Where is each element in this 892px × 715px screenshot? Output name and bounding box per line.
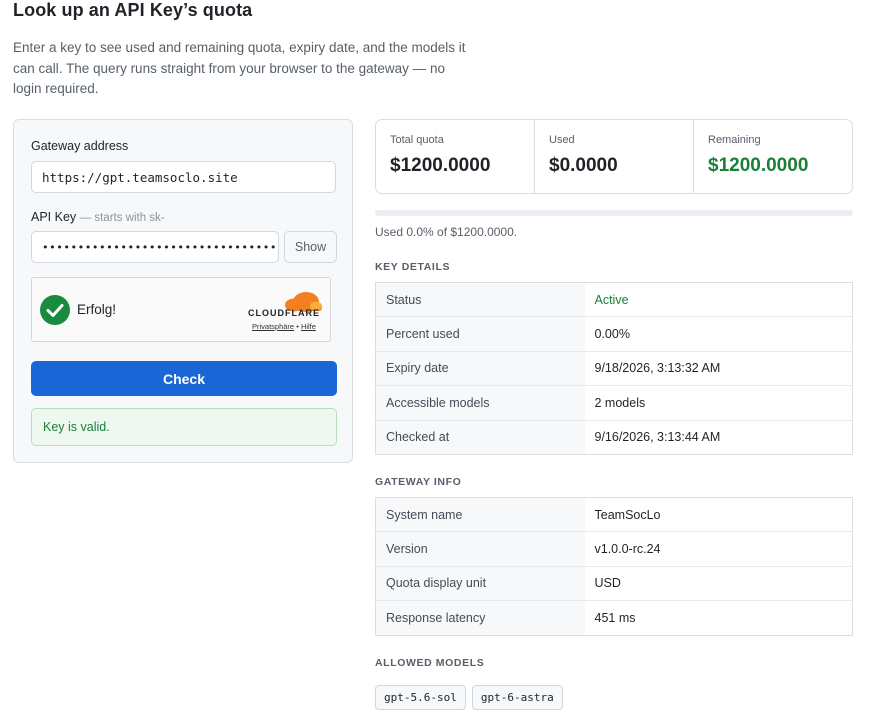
detail-value: 9/18/2026, 3:13:32 AM: [584, 350, 853, 386]
api-key-label: API Key — starts with sk-: [31, 210, 165, 224]
info-value: TeamSocLo: [594, 507, 661, 522]
key-details-title: KEY DETAILS: [375, 261, 451, 273]
gateway-address-input[interactable]: https://gpt.teamsoclo.site: [31, 161, 336, 193]
allowed-models-list: gpt-5.6-sol gpt-6-astra: [375, 685, 563, 710]
used-quota-value: $0.0000: [549, 155, 618, 176]
key-valid-message: Key is valid.: [31, 408, 337, 446]
check-button[interactable]: Check: [31, 361, 337, 396]
key-details-table: Status Active Percent used 0.00% Expiry da…: [375, 282, 853, 455]
gateway-info-table: System name TeamSocLo Version v1.0.0-rc.24…: [375, 497, 853, 636]
info-value: 451 ms: [584, 600, 853, 636]
allowed-models-title: ALLOWED MODELS: [375, 657, 485, 669]
info-key: Quota display unit: [375, 565, 585, 601]
info-key: Version: [375, 531, 585, 567]
show-key-button[interactable]: Show: [284, 231, 337, 263]
used-quota-stat: Used $0.0000: [535, 120, 694, 193]
cloudflare-wordmark: CLOUDFLARE: [248, 308, 320, 318]
quota-stats: Total quota $1200.0000 Used $0.0000 Rema…: [375, 119, 853, 194]
check-circle-icon: [40, 295, 70, 325]
intro-text: Enter a key to see used and remaining qu…: [13, 40, 466, 96]
link-separator: •: [296, 322, 299, 331]
captcha-status: Erfolg!: [77, 302, 117, 317]
usage-summary: Used 0.0% of $1200.0000.: [375, 225, 518, 239]
captcha-links: Privatsphäre • Hilfe: [252, 322, 316, 331]
table-row: System name TeamSocLo: [375, 497, 853, 532]
table-row: Checked at 9/16/2026, 3:13:44 AM: [375, 419, 853, 455]
privacy-link[interactable]: Privatsphäre: [252, 322, 294, 331]
detail-value: 9/16/2026, 3:13:44 AM: [584, 419, 853, 455]
model-chip: gpt-5.6-sol: [375, 685, 466, 710]
table-row: Quota display unit USD: [375, 565, 853, 601]
info-value: USD: [584, 565, 853, 601]
total-quota-stat: Total quota $1200.0000: [376, 120, 535, 193]
table-row: Expiry date 9/18/2026, 3:13:32 AM: [375, 350, 853, 386]
help-link[interactable]: Hilfe: [301, 322, 316, 331]
info-value: v1.0.0-rc.24: [584, 531, 853, 567]
api-key-input[interactable]: ••••••••••••••••••••••••••••••••••••: [31, 231, 279, 263]
gateway-info-title: GATEWAY INFO: [375, 476, 462, 488]
info-key: System name: [375, 497, 585, 532]
detail-value: 2 models: [584, 385, 853, 421]
table-row: Version v1.0.0-rc.24: [375, 531, 853, 567]
total-quota-label: Total quota: [390, 134, 444, 146]
detail-key: Percent used: [375, 316, 585, 352]
table-row: Percent used 0.00%: [375, 316, 853, 352]
remaining-quota-label: Remaining: [708, 134, 761, 146]
page-title: Look up an API Key’s quota: [13, 0, 253, 20]
detail-key: Accessible models: [375, 385, 585, 421]
info-key: Response latency: [375, 600, 585, 636]
table-row: Status Active: [375, 282, 853, 317]
table-row: Response latency 451 ms: [375, 600, 853, 636]
detail-key: Checked at: [375, 419, 585, 455]
total-quota-value: $1200.0000: [390, 155, 491, 176]
remaining-quota-stat: Remaining $1200.0000: [694, 120, 852, 193]
usage-progress-bar: [375, 210, 853, 216]
used-quota-label: Used: [549, 134, 575, 146]
lookup-form-card: Gateway address https://gpt.teamsoclo.si…: [13, 119, 353, 463]
captcha-widget[interactable]: Erfolg! CLOUDFLARE Privatsphäre • Hilfe: [31, 277, 331, 342]
api-key-label-text: API Key: [31, 210, 77, 224]
table-row: Accessible models 2 models: [375, 385, 853, 421]
model-chip: gpt-6-astra: [471, 685, 563, 710]
status-value: Active: [594, 292, 629, 307]
detail-value: 0.00%: [584, 316, 853, 352]
gateway-address-label: Gateway address: [31, 139, 129, 153]
detail-key: Expiry date: [375, 350, 585, 386]
api-key-hint: — starts with sk-: [79, 212, 165, 224]
remaining-quota-value: $1200.0000: [708, 155, 809, 176]
detail-key: Status: [375, 282, 585, 317]
